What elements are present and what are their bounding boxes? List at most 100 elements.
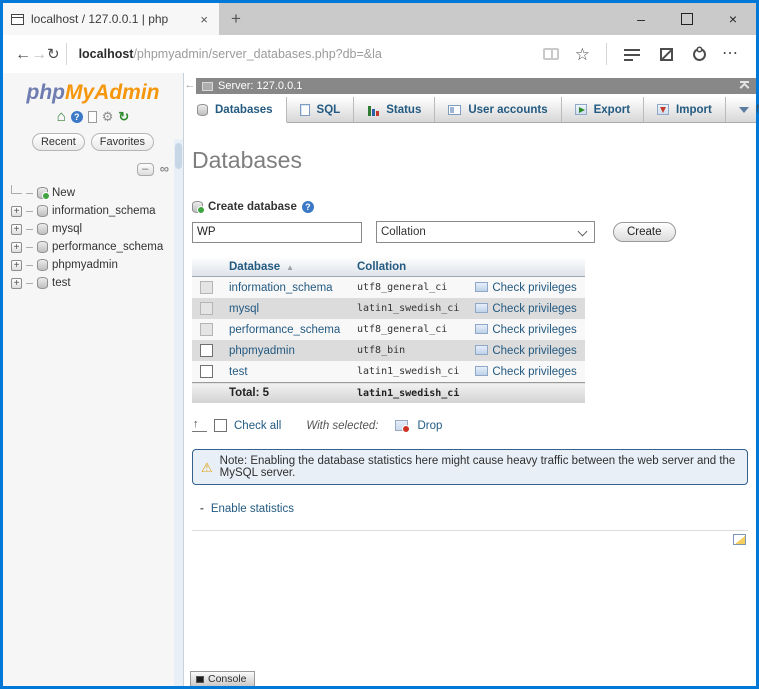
more-icon[interactable]: ⋯ bbox=[722, 46, 738, 62]
sidebar-filters: Recent Favorites bbox=[3, 133, 183, 151]
tree-item-test: test bbox=[11, 274, 183, 292]
scroll-top-icon[interactable] bbox=[738, 81, 750, 93]
database-link[interactable]: mysql bbox=[229, 303, 259, 315]
window-controls: – × bbox=[618, 3, 756, 35]
database-link[interactable]: information_schema bbox=[229, 282, 333, 294]
database-link[interactable]: test bbox=[229, 366, 248, 378]
reading-view-icon[interactable] bbox=[542, 48, 559, 60]
tab-export[interactable]: Export bbox=[562, 97, 645, 122]
refresh-icon[interactable]: ↻ bbox=[47, 46, 60, 63]
tab-close-icon[interactable]: × bbox=[197, 12, 211, 27]
home-icon[interactable] bbox=[57, 108, 66, 126]
tree-item-mysql: mysql bbox=[11, 220, 183, 238]
tab-sql[interactable]: SQL bbox=[287, 97, 355, 122]
column-header-database[interactable]: Database ▲ bbox=[221, 258, 349, 277]
expand-icon[interactable] bbox=[11, 259, 22, 271]
tree-item-label[interactable]: test bbox=[52, 277, 71, 289]
collation-value: utf8_bin bbox=[349, 340, 468, 361]
expand-icon[interactable] bbox=[11, 205, 22, 217]
tree-branch-line bbox=[11, 185, 22, 194]
tab-status[interactable]: Status bbox=[354, 97, 436, 122]
tab-databases[interactable]: Databases bbox=[184, 97, 287, 123]
drop-link[interactable]: Drop bbox=[417, 420, 442, 432]
back-icon[interactable]: ← bbox=[15, 46, 31, 63]
tree-item-label[interactable]: mysql bbox=[52, 223, 82, 235]
tab-more[interactable]: More bbox=[726, 97, 759, 122]
web-note-icon[interactable] bbox=[660, 47, 673, 61]
check-privileges-link[interactable]: Check privileges bbox=[492, 366, 576, 378]
help-icon[interactable] bbox=[301, 201, 314, 213]
row-checkbox[interactable] bbox=[200, 344, 213, 357]
console-button[interactable]: Console bbox=[190, 671, 255, 686]
total-collation: latin1_swedish_ci bbox=[349, 382, 468, 403]
tab-label: SQL bbox=[316, 103, 341, 116]
tree-connector bbox=[26, 246, 33, 248]
database-icon bbox=[197, 103, 208, 116]
check-privileges-link[interactable]: Check privileges bbox=[492, 324, 576, 336]
phpmyadmin-logo: phpMyAdmin bbox=[26, 81, 160, 104]
database-link[interactable]: performance_schema bbox=[229, 324, 340, 336]
expand-icon[interactable] bbox=[11, 241, 22, 253]
help-icon[interactable] bbox=[70, 111, 83, 123]
panel-collapse-icon[interactable]: ← bbox=[184, 78, 196, 93]
check-all-link[interactable]: Check all bbox=[234, 420, 281, 432]
hub-icon[interactable] bbox=[624, 47, 641, 61]
enable-statistics-link[interactable]: Enable statistics bbox=[211, 503, 294, 515]
tree-item-label[interactable]: information_schema bbox=[52, 205, 156, 217]
browser-tab[interactable]: localhost / 127.0.0.1 | php × bbox=[3, 3, 219, 35]
refresh-nav-icon[interactable] bbox=[118, 108, 129, 126]
title-bar: localhost / 127.0.0.1 | php × + – × bbox=[3, 3, 756, 35]
check-all-checkbox[interactable] bbox=[214, 419, 227, 432]
expand-icon[interactable] bbox=[11, 277, 22, 289]
create-button[interactable]: Create bbox=[613, 222, 676, 242]
collation-select[interactable]: Collation bbox=[376, 221, 595, 243]
minimize-button[interactable]: – bbox=[618, 3, 664, 35]
address-bar[interactable]: localhost/phpmyadmin/server_databases.ph… bbox=[73, 47, 539, 61]
collation-value: latin1_swedish_ci bbox=[349, 298, 468, 319]
forward-icon[interactable]: → bbox=[31, 46, 47, 63]
unlink-icon[interactable] bbox=[160, 160, 169, 178]
collapse-all-icon[interactable] bbox=[136, 162, 154, 176]
gear-icon[interactable] bbox=[102, 108, 114, 126]
privileges-icon bbox=[475, 344, 489, 355]
export-icon bbox=[574, 104, 587, 115]
open-new-window-icon[interactable] bbox=[733, 534, 746, 545]
user-accounts-icon bbox=[448, 104, 462, 115]
privileges-icon bbox=[475, 281, 489, 292]
maximize-button[interactable] bbox=[664, 3, 710, 35]
privileges-icon bbox=[475, 365, 489, 376]
browser-window: localhost / 127.0.0.1 | php × + – × ←→↻ l… bbox=[0, 0, 759, 689]
database-name-input[interactable] bbox=[192, 221, 362, 243]
filter-recent[interactable]: Recent bbox=[31, 133, 85, 151]
check-privileges-link[interactable]: Check privileges bbox=[492, 345, 576, 357]
share-icon[interactable] bbox=[693, 47, 706, 61]
new-tab-button[interactable]: + bbox=[219, 3, 253, 35]
row-checkbox bbox=[200, 281, 213, 294]
tab-label: User accounts bbox=[468, 103, 548, 116]
close-button[interactable]: × bbox=[710, 3, 756, 35]
expand-icon[interactable] bbox=[11, 223, 22, 235]
sidebar-scrollbar[interactable] bbox=[174, 139, 183, 686]
collation-value: utf8_general_ci bbox=[349, 319, 468, 340]
database-link[interactable]: phpmyadmin bbox=[229, 345, 295, 357]
tab-user-accounts[interactable]: User accounts bbox=[435, 97, 562, 122]
check-privileges-link[interactable]: Check privileges bbox=[492, 282, 576, 294]
navigation-panel: phpMyAdmin Recent Favorites New informatio… bbox=[3, 73, 184, 686]
doc-icon[interactable] bbox=[87, 111, 97, 123]
check-privileges-link[interactable]: Check privileges bbox=[492, 303, 576, 315]
tab-import[interactable]: Import bbox=[644, 97, 726, 122]
database-new-icon bbox=[37, 187, 50, 200]
row-checkbox bbox=[200, 302, 213, 315]
tree-item-label[interactable]: New bbox=[52, 187, 75, 199]
filter-favorites[interactable]: Favorites bbox=[90, 133, 155, 151]
favorites-star-icon[interactable]: ☆ bbox=[575, 46, 590, 63]
tab-label: Databases bbox=[215, 103, 273, 116]
tree-connector bbox=[26, 282, 33, 284]
statistics-note: ⚠ Note: Enabling the database statistics… bbox=[192, 449, 748, 485]
column-header-collation[interactable]: Collation bbox=[349, 258, 468, 277]
tree-item-label[interactable]: performance_schema bbox=[52, 241, 163, 253]
row-checkbox[interactable] bbox=[200, 365, 213, 378]
tree-connector bbox=[26, 192, 33, 194]
tree-connector bbox=[26, 228, 33, 230]
tree-item-label[interactable]: phpmyadmin bbox=[52, 259, 118, 271]
